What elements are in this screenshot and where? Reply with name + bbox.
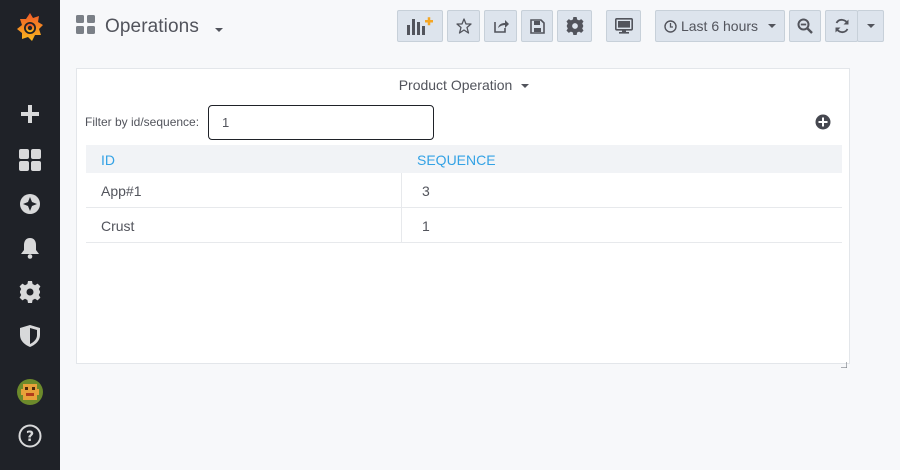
dashboard-picker[interactable]: Operations [76,13,223,41]
cell-sequence: 3 [422,183,430,199]
plus-icon[interactable] [0,94,60,134]
dashboard-settings-button[interactable] [557,10,592,42]
star-icon [455,18,472,34]
alerting-bell-icon[interactable] [0,228,60,268]
zoom-out-button[interactable] [789,10,821,42]
chevron-down-icon [521,84,530,88]
add-row-button[interactable] [815,114,831,130]
column-header-sequence[interactable]: SEQUENCE [417,152,496,168]
chevron-down-icon [768,24,777,28]
zoom-out-icon [797,18,813,34]
save-icon [529,18,545,34]
add-panel-button[interactable] [397,10,443,42]
dashboards-grid-icon [76,15,95,39]
cell-id: App#1 [101,183,142,199]
table-row[interactable]: App#1 3 [86,173,842,208]
monitor-icon [614,18,633,34]
dashboard-title[interactable]: Operations [105,16,199,38]
star-dashboard-button[interactable] [447,10,480,42]
chevron-down-icon [866,24,875,28]
refresh-button[interactable] [825,10,858,42]
column-header-id[interactable]: ID [101,152,115,168]
share-dashboard-button[interactable] [484,10,517,42]
filter-input[interactable] [208,105,434,140]
svg-text:?: ? [26,429,34,445]
cell-sequence: 1 [422,218,430,234]
sidebar: ? [0,0,60,470]
product-operation-panel: Product Operation Filter by id/sequence:… [76,68,851,369]
add-panel-icon [407,17,433,35]
clock-icon [664,19,677,33]
time-range-label: Last 6 hours [680,18,759,34]
cell-id: Crust [101,218,135,234]
time-range-picker[interactable]: Last 6 hours [655,10,785,42]
refresh-icon [835,18,848,34]
panel-resize-handle[interactable] [841,355,848,369]
panel-header[interactable]: Product Operation [77,75,851,95]
save-dashboard-button[interactable] [521,10,553,42]
share-icon [493,20,509,33]
dashboards-icon[interactable] [0,140,60,180]
column-divider [401,173,402,208]
table-header: ID SEQUENCE [86,145,842,173]
help-icon[interactable]: ? [0,416,60,456]
column-divider [401,208,402,243]
table-row[interactable]: Crust 1 [86,208,842,243]
plus-circle-icon [815,114,831,130]
chevron-down-icon [214,28,223,32]
panel-title[interactable]: Product Operation [399,77,513,93]
cycle-view-mode-button[interactable] [606,10,641,42]
filter-label: Filter by id/sequence: [85,115,200,129]
refresh-interval-dropdown[interactable] [857,10,884,42]
user-avatar-icon[interactable] [0,372,60,412]
explore-compass-icon[interactable] [0,184,60,224]
configuration-gear-icon[interactable] [0,272,60,312]
grafana-logo-icon[interactable] [0,6,60,48]
operations-table: ID SEQUENCE App#1 3 Crust 1 [86,145,842,243]
server-admin-shield-icon[interactable] [0,316,60,356]
gear-icon [565,17,584,35]
